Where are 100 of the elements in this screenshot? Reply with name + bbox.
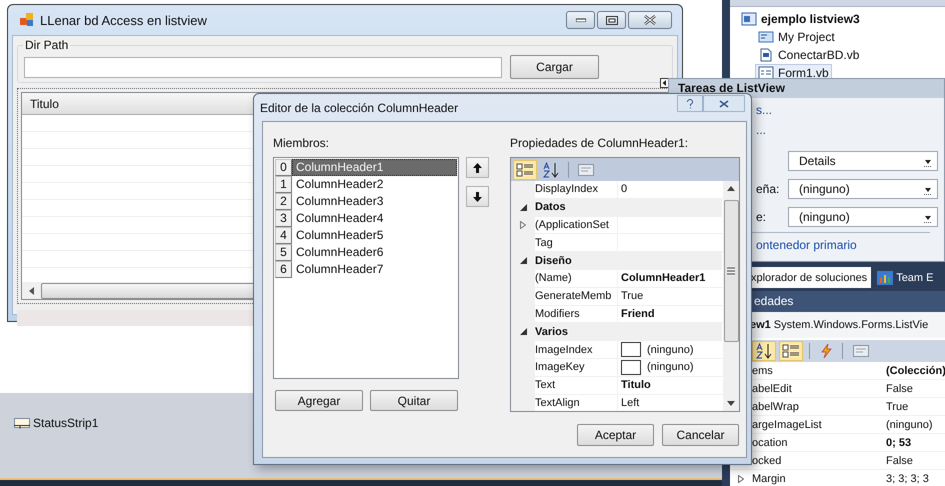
property-name: DisplayIndex <box>535 183 598 196</box>
object-type: System.Windows.Forms.ListVie <box>774 319 928 331</box>
property-value: 3; 3; 3; 3 <box>885 472 929 484</box>
up-arrow-icon[interactable] <box>727 186 735 191</box>
caret-icon <box>923 213 933 223</box>
dropdown[interactable]: (ninguno) <box>788 179 938 199</box>
lightning-icon[interactable] <box>819 343 833 359</box>
property-value: (ninguno) <box>885 418 932 430</box>
ok-button[interactable]: Aceptar <box>577 424 654 446</box>
left-arrow-icon[interactable] <box>29 286 35 294</box>
group-label: Dir Path <box>23 38 70 52</box>
property-name: Tag <box>535 236 553 249</box>
chart-icon <box>877 270 894 284</box>
move-down-button[interactable] <box>466 186 489 207</box>
close-icon <box>644 15 656 25</box>
image-swatch <box>621 342 641 358</box>
property-name: ImageIndex <box>535 344 592 356</box>
category-name: Varios <box>535 323 722 340</box>
solution-icon <box>741 12 757 26</box>
help-button[interactable] <box>677 95 703 112</box>
properties-label: Propiedades de ColumnHeader1: <box>510 136 690 152</box>
property-name: abelWrap <box>752 400 799 412</box>
close-button[interactable] <box>703 95 745 112</box>
close-button[interactable] <box>628 11 672 29</box>
expand-icon[interactable] <box>738 474 744 482</box>
up-arrow-icon <box>473 162 482 172</box>
list-item[interactable]: 6 ColumnHeader7 <box>275 261 457 278</box>
list-item[interactable]: 3 ColumnHeader4 <box>275 210 457 227</box>
property-value: (Colección) <box>885 364 945 376</box>
property-value: Left <box>621 396 640 409</box>
panel-tab[interactable]: Team E <box>874 267 938 288</box>
remove-button[interactable]: Quitar <box>370 390 458 411</box>
collapse-icon[interactable] <box>520 257 526 264</box>
field-label: e: <box>756 210 766 224</box>
maximize-button[interactable] <box>597 11 626 29</box>
status-strip-icon <box>14 416 30 430</box>
property-value: False <box>885 454 913 466</box>
minimize-button[interactable] <box>566 11 595 29</box>
property-name: Margin <box>752 472 786 484</box>
dropdown[interactable]: (ninguno) <box>788 207 938 227</box>
categorized-icon[interactable] <box>782 343 800 359</box>
scrollbar[interactable] <box>723 181 739 411</box>
grip-icon <box>727 267 735 275</box>
tree-item[interactable]: ejemplo listview3 <box>738 10 863 28</box>
property-value: (ninguno) <box>647 344 694 356</box>
property-name: abelEdit <box>752 382 792 394</box>
collapse-icon[interactable] <box>520 204 526 211</box>
file-icon <box>758 48 774 62</box>
tree-item[interactable]: My Project <box>755 28 838 46</box>
property-value: True <box>621 290 644 302</box>
property-value: Friend <box>621 308 655 320</box>
list-item[interactable]: 2 ColumnHeader3 <box>275 193 457 210</box>
path-field[interactable] <box>24 56 502 78</box>
down-arrow-icon[interactable] <box>727 401 735 406</box>
add-button[interactable]: Agregar <box>275 390 363 411</box>
project-icon <box>758 30 774 44</box>
expand-icon[interactable] <box>520 220 526 229</box>
window-title: LLenar bd Access en listview <box>40 12 207 28</box>
property-value: 0; 53 <box>885 436 912 448</box>
restore-icon <box>606 16 618 24</box>
property-pages-icon[interactable] <box>577 162 595 178</box>
sort-icon[interactable] <box>755 343 773 359</box>
task-link[interactable]: ontenedor primario <box>756 238 857 253</box>
load-button[interactable]: Cargar <box>510 55 599 79</box>
list-item[interactable]: 4 ColumnHeader5 <box>275 227 457 244</box>
image-swatch <box>621 360 641 375</box>
property-value: True <box>885 400 908 412</box>
property-name: ocation <box>752 436 788 448</box>
property-value: False <box>885 382 913 394</box>
caret-icon <box>923 185 933 195</box>
down-arrow-icon <box>473 192 482 202</box>
list-item[interactable]: 5 ColumnHeader6 <box>275 244 457 261</box>
property-name: ImageKey <box>535 361 585 374</box>
field-label: eña: <box>756 182 780 196</box>
component-item[interactable]: StatusStrip1 <box>14 416 98 430</box>
sort-icon[interactable] <box>542 162 560 178</box>
task-link[interactable]: ... <box>756 123 766 138</box>
collapse-icon[interactable] <box>520 328 526 336</box>
minimize-icon <box>576 18 586 22</box>
property-pages-icon[interactable] <box>852 343 870 359</box>
cancel-button[interactable]: Cancelar <box>662 424 739 446</box>
tree-item[interactable]: ConectarBD.vb <box>755 46 862 64</box>
category-name: Datos <box>535 198 722 216</box>
property-name: GenerateMemb <box>535 290 612 302</box>
property-name: argeImageList <box>752 418 822 430</box>
property-value: (ninguno) <box>647 361 694 374</box>
property-value: 0 <box>621 183 628 196</box>
form-icon <box>758 66 774 80</box>
categorized-icon[interactable] <box>516 162 534 178</box>
smart-tag-icon[interactable] <box>660 78 669 88</box>
move-up-button[interactable] <box>466 157 489 178</box>
property-name: TextAlign <box>535 396 580 409</box>
members-label: Miembros: <box>273 136 330 152</box>
help-icon <box>686 98 694 108</box>
dropdown[interactable]: Details <box>788 151 938 171</box>
property-name: Modifiers <box>535 308 580 320</box>
task-link[interactable]: s... <box>756 103 772 118</box>
list-item[interactable]: 1 ColumnHeader2 <box>275 176 457 193</box>
property-name: (Name) <box>535 272 572 284</box>
property-name: ocked <box>752 454 782 466</box>
